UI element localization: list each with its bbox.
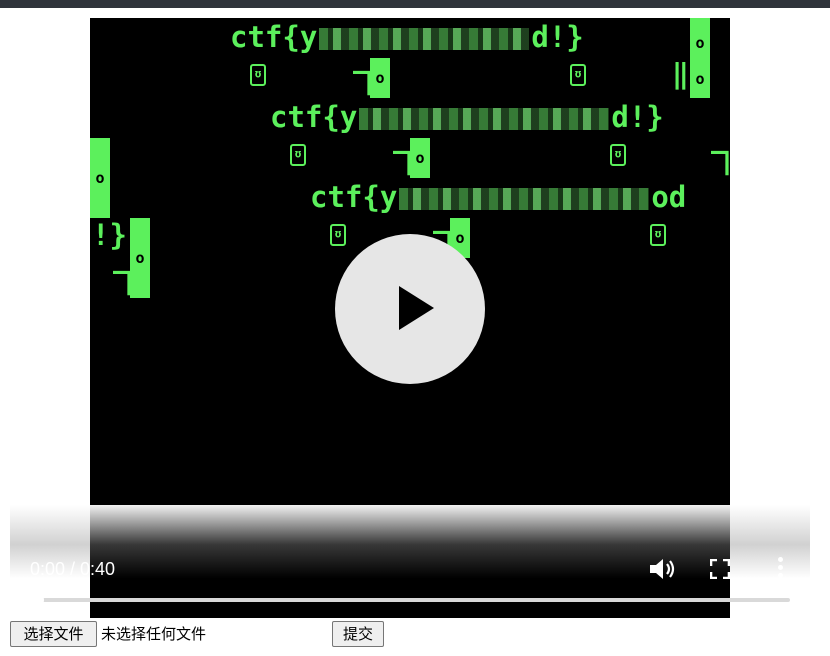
pixelated-region [399, 188, 650, 210]
flag-text-line-1: ctf{y d!} [230, 22, 584, 52]
green-block: o [410, 138, 430, 178]
bracket-glyph: ヿ [108, 267, 137, 300]
pixelated-region [359, 108, 610, 130]
seek-bar[interactable] [30, 593, 790, 607]
pixelated-region [319, 28, 530, 50]
flag-text-line-3: ctf{y od [310, 182, 686, 212]
green-block: o [690, 60, 710, 98]
video-player[interactable]: ctf{y d!} o o ʊ ヿ o ʊ ‖ ctf{y d!} o ʊ ヿ o … [10, 18, 810, 618]
flag-text-line-1-start: ctf{y [230, 20, 318, 54]
green-block: o [90, 138, 110, 218]
play-button[interactable] [335, 234, 485, 384]
flag-text-line-1-end: d!} [531, 20, 584, 54]
flag-text-line-3-start: ctf{y [310, 180, 398, 214]
submit-button[interactable]: 提交 [332, 621, 384, 647]
flag-text-line-2-end: d!} [611, 100, 664, 134]
flag-text-line-4-start: !} [92, 218, 127, 252]
video-controls: 0:00 / 0:40 [10, 505, 810, 618]
more-options-icon[interactable] [774, 555, 786, 581]
face-glyph: ʊ [330, 224, 346, 246]
flag-text-line-2-start: ctf{y [270, 100, 358, 134]
face-glyph: ʊ [250, 64, 266, 86]
face-glyph: ʊ [290, 144, 306, 166]
play-icon [399, 286, 434, 330]
browser-top-bar [0, 0, 830, 8]
fullscreen-icon[interactable] [710, 559, 730, 579]
bracket-glyph: ヿ [706, 147, 730, 180]
choose-file-button[interactable]: 选择文件 [10, 621, 97, 647]
time-display: 0:00 / 0:40 [30, 559, 116, 579]
face-glyph: ʊ [650, 224, 666, 246]
seek-knob[interactable] [30, 593, 44, 607]
bar-glyph: ‖ [672, 57, 689, 90]
volume-icon[interactable] [648, 557, 678, 581]
no-file-selected-text: 未选择任何文件 [101, 625, 207, 643]
flag-text-line-4: !} [92, 220, 127, 250]
green-block: o [370, 58, 390, 98]
flag-text-line-3-end: od [651, 180, 687, 214]
face-glyph: ʊ [570, 64, 586, 86]
flag-text-line-2: ctf{y d!} [270, 102, 664, 132]
face-glyph: ʊ [610, 144, 626, 166]
